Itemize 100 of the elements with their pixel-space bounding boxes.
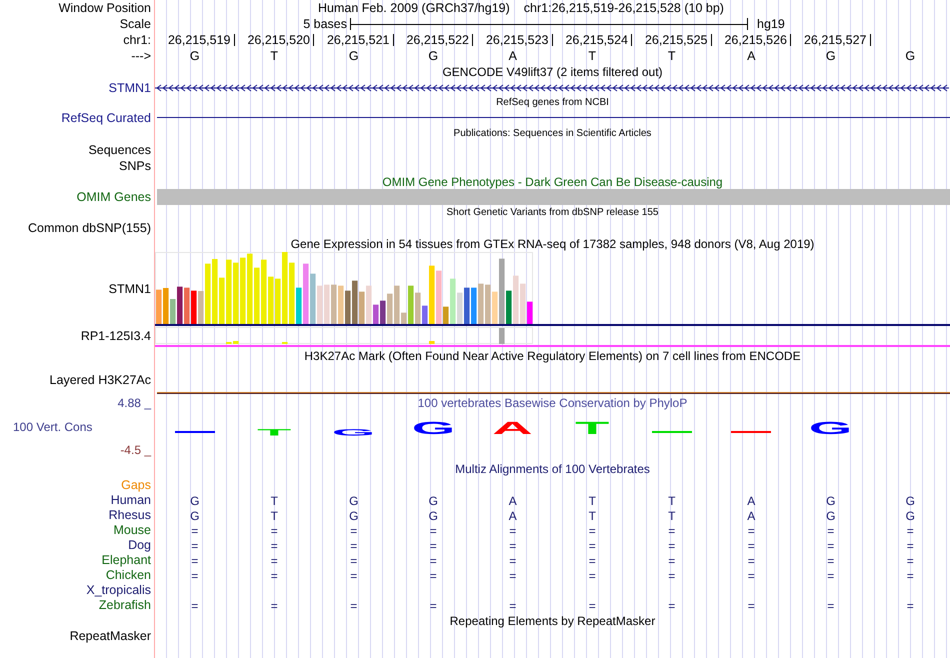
species-label[interactable]: X_tropicalis: [86, 584, 151, 597]
alignment-base: =: [191, 540, 198, 552]
alignment-base: =: [350, 524, 358, 536]
alignment-base: =: [430, 524, 437, 536]
alignment-base: =: [191, 570, 198, 582]
ruler-position: 26,215,523: [486, 34, 552, 46]
alignment-base: G: [906, 494, 915, 506]
signal-line[interactable]: [157, 392, 950, 394]
alignment-base: G: [826, 494, 836, 506]
expression-bar[interactable]: [422, 306, 428, 324]
alignment-base: =: [588, 600, 596, 612]
ruler-position: 26,215,519: [168, 34, 234, 46]
strand-label[interactable]: --->: [131, 50, 151, 62]
track-title: RefSeq genes from NCBI: [496, 98, 609, 108]
track-label[interactable]: OMIM Genes: [76, 191, 151, 204]
alignment-base: G: [190, 494, 200, 506]
expression-bar-chart-drawing[interactable]: [155, 252, 533, 325]
alignment-base: T: [588, 494, 596, 506]
alignment-base: =: [748, 554, 755, 566]
alignment-base: =: [191, 554, 198, 566]
alignment-base: =: [430, 554, 437, 566]
alignment-base: =: [430, 600, 437, 612]
assembly-label: hg19: [756, 18, 785, 30]
base-letter: A: [508, 50, 517, 62]
species-label[interactable]: Elephant: [102, 554, 151, 567]
alignment-base: =: [509, 540, 516, 552]
logo-letter: T: [257, 428, 292, 437]
expression-bar[interactable]: [352, 280, 358, 324]
alignment-base: =: [827, 570, 834, 582]
track-title: GENCODE V49lift37 (2 items filtered out): [442, 66, 663, 78]
expression-bar[interactable]: [177, 286, 183, 324]
expression-bar[interactable]: [373, 304, 379, 324]
base-letter: G: [826, 50, 836, 62]
species-label[interactable]: Human: [110, 494, 151, 507]
base-letter: T: [668, 50, 676, 62]
alignment-base: =: [588, 554, 596, 566]
alignment-base: =: [668, 570, 676, 582]
species-label[interactable]: Rhesus: [108, 509, 151, 522]
species-label[interactable]: Dog: [128, 539, 151, 552]
row-label[interactable]: Scale: [120, 18, 151, 30]
base-letter: T: [270, 50, 278, 62]
track-label[interactable]: STMN1: [108, 282, 151, 296]
row-label[interactable]: Window Position: [58, 2, 151, 14]
alignment-base: =: [827, 524, 834, 536]
alignment-base: =: [748, 540, 755, 552]
alignment-base: G: [349, 494, 358, 506]
alignment-base: =: [668, 540, 676, 552]
alignment-base: T: [270, 494, 278, 506]
expression-bar[interactable]: [464, 288, 470, 324]
track-title: OMIM Gene Phenotypes - Dark Green Can Be Disease-causing: [382, 176, 723, 188]
alignment-base: T: [270, 510, 278, 522]
expression-bar[interactable]: [471, 288, 477, 324]
expression-bar[interactable]: [506, 290, 512, 324]
species-label[interactable]: Zebrafish: [98, 599, 151, 612]
alignment-base: =: [270, 570, 278, 582]
track-label[interactable]: Common dbSNP(155): [28, 222, 151, 234]
track-title: 100 vertebrates Basewise Conservation by PhyloP: [418, 397, 688, 409]
logo-letter: T: [575, 419, 610, 437]
track-label[interactable]: RP1-125I3.4: [80, 330, 151, 343]
alignment-base: =: [668, 524, 676, 536]
track-label[interactable]: STMN1: [108, 82, 151, 94]
alignment-base: =: [270, 524, 278, 536]
track-title: Multiz Alignments of 100 Vertebrates: [455, 463, 650, 475]
phenotype-bar[interactable]: [157, 189, 950, 205]
axis-max-label: 4.88 _: [118, 397, 151, 409]
species-label[interactable]: Mouse: [113, 524, 151, 537]
alignment-base: =: [430, 540, 437, 552]
alignment-base: =: [827, 540, 834, 552]
ruler-position: 26,215,525: [644, 34, 712, 46]
base-letter: G: [190, 50, 200, 62]
track-label[interactable]: SNPs: [119, 160, 151, 172]
row-label[interactable]: chr1:: [123, 34, 151, 46]
track-label[interactable]: 100 Vert. Cons: [13, 420, 92, 432]
alignment-base: =: [350, 554, 358, 566]
scale-length: 5 bases: [302, 18, 348, 30]
alignment-base: =: [191, 600, 198, 612]
track-label[interactable]: Layered H3K27Ac: [50, 374, 151, 386]
ruler-position: 26,215,524: [565, 34, 632, 46]
track-label[interactable]: RepeatMasker: [70, 630, 151, 642]
position-text: chr1:26,215,519-26,215,528 (10 bp): [524, 2, 724, 14]
alignment-base: =: [350, 540, 358, 552]
alignment-base: T: [668, 494, 676, 506]
alignment-base: =: [270, 600, 278, 612]
expression-bar[interactable]: [380, 300, 386, 324]
alignment-base: =: [191, 524, 198, 536]
alignment-base: =: [588, 524, 596, 536]
alignment-base: T: [588, 510, 596, 522]
species-label[interactable]: Chicken: [106, 569, 151, 582]
ruler-position: 26,215,527: [804, 34, 870, 46]
gene-line[interactable]: [157, 117, 950, 118]
expression-bar[interactable]: [191, 290, 197, 324]
alignment-base: =: [748, 600, 755, 612]
alignment-base: =: [906, 600, 914, 612]
expression-bar[interactable]: [345, 290, 351, 324]
alignment-base: G: [906, 510, 915, 522]
track-label[interactable]: RefSeq Curated: [61, 112, 151, 124]
expression-bar[interactable]: [184, 288, 190, 324]
base-letter: G: [348, 50, 359, 62]
track-label[interactable]: Sequences: [88, 144, 151, 156]
alignment-base: A: [747, 494, 756, 506]
